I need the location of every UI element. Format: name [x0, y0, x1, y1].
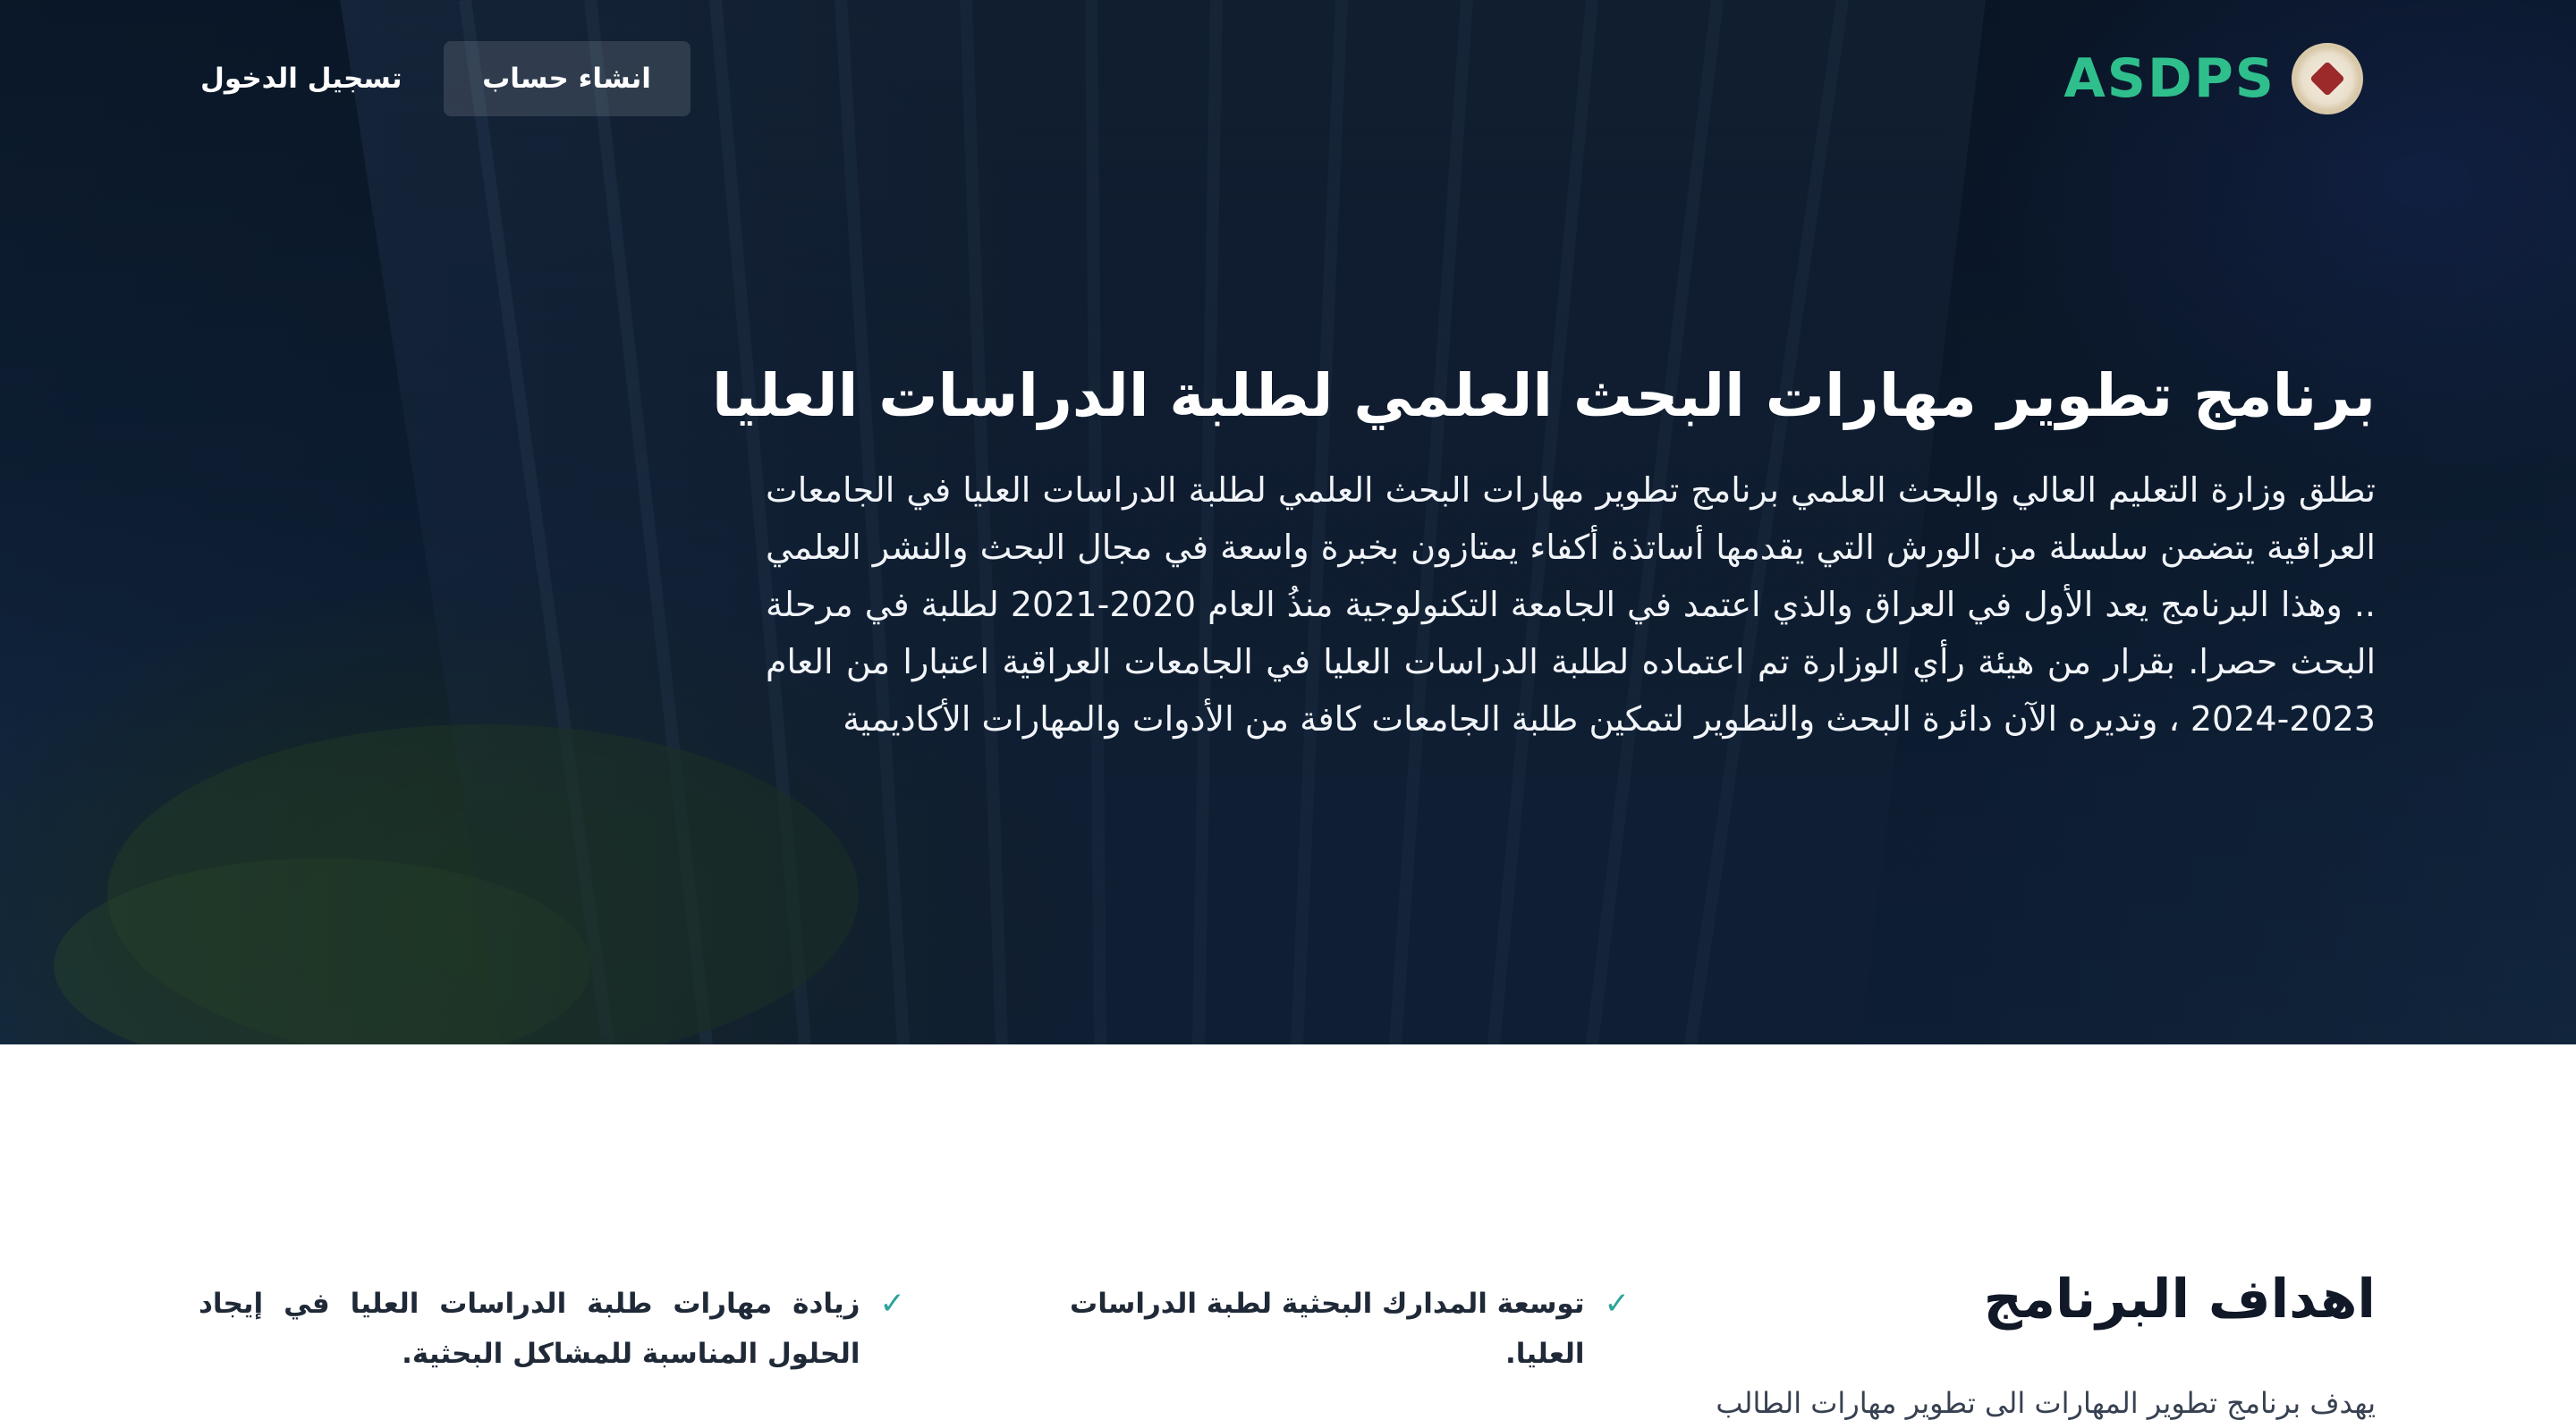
ministry-emblem-icon — [2292, 43, 2363, 114]
goals-intro: يهدف برنامج تطوير المهارات الى تطوير مها… — [1716, 1386, 2376, 1420]
goal-item: ✓ توسعة المدارك البحثية لطبة الدراسات ال… — [1004, 1279, 1630, 1379]
goals-title: اهداف البرنامج — [1983, 1268, 2376, 1331]
site-logo[interactable]: ASDPS — [2063, 41, 2363, 116]
hero-description: تطلق وزارة التعليم العالي والبحث العلمي … — [766, 470, 2376, 739]
login-button[interactable]: تسجيل الدخول — [200, 41, 402, 116]
hero-title: برنامج تطوير مهارات البحث العلمي لطلبة ا… — [712, 361, 2376, 430]
logo-text: ASDPS — [2063, 47, 2275, 110]
hero-section: ASDPS تسجيل الدخول انشاء حساب برنامج تطو… — [0, 0, 2576, 1044]
goal-text: زيادة مهارات طلبة الدراسات العليا في إيج… — [199, 1288, 860, 1370]
check-icon: ✓ — [879, 1286, 906, 1322]
goal-item: ✓ زيادة مهارات طلبة الدراسات العليا في إ… — [199, 1279, 905, 1379]
check-icon: ✓ — [1604, 1286, 1631, 1322]
program-goals-section: اهداف البرنامج يهدف برنامج تطوير المهارا… — [0, 1044, 2576, 1420]
goal-text: توسعة المدارك البحثية لطبة الدراسات العل… — [1070, 1288, 1585, 1370]
register-button[interactable]: انشاء حساب — [443, 41, 691, 116]
hero-content: برنامج تطوير مهارات البحث العلمي لطلبة ا… — [712, 347, 2376, 748]
nav-actions: تسجيل الدخول انشاء حساب — [200, 41, 691, 116]
